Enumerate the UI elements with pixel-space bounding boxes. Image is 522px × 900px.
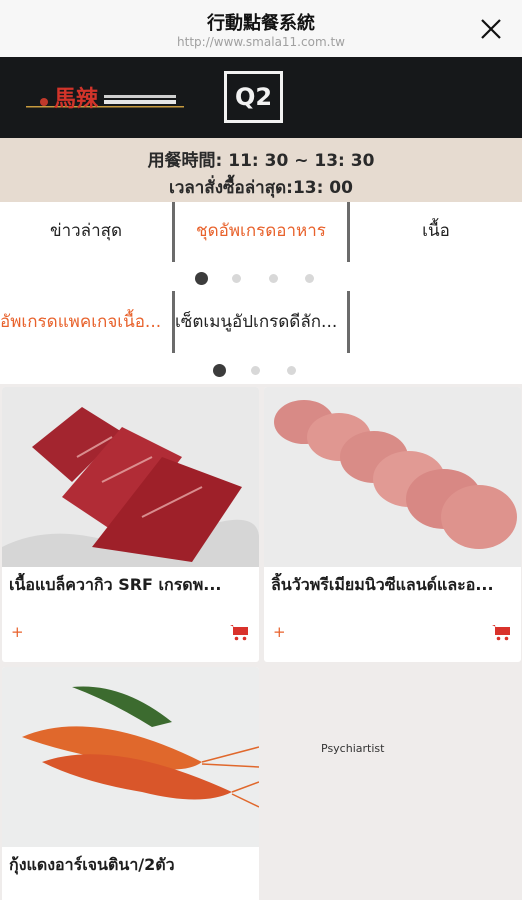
product-card[interactable]: กุ้งแดงอาร์เจนตินา/2ตัว: [2, 667, 259, 900]
subcategory-tabs: อัพเกรดแพคเกจเนื้อ... เซ็ตเมนูอัปเกรดดีล…: [0, 291, 522, 353]
subtab-divider: [347, 291, 350, 353]
product-card[interactable]: เนื้อแบล็ควากิว SRF เกรดพ... +: [2, 387, 259, 662]
options-button[interactable]: +: [273, 623, 286, 641]
ordering-hours: 用餐時間: 11: 30 ~ 13: 30 เวลาสั่งซื้อล่าสุด…: [0, 138, 522, 202]
cart-icon[interactable]: [229, 623, 249, 641]
app-header: 行動點餐系統 http://www.smala11.com.tw: [0, 0, 522, 57]
pager-dot-active[interactable]: [195, 272, 208, 285]
tab-beef[interactable]: เนื้อ: [350, 202, 522, 262]
restaurant-logo: 馬辣: [26, 86, 184, 112]
empty-grid-slot: Psychiartist: [262, 665, 520, 900]
svg-text:馬辣: 馬辣: [54, 86, 99, 112]
watermark-label: Psychiartist: [321, 742, 385, 755]
last-order-text: เวลาสั่งซื้อล่าสุด:13: 00: [169, 178, 353, 198]
app-title: 行動點餐系統: [207, 13, 315, 34]
cart-icon[interactable]: [491, 623, 511, 641]
pager-dot[interactable]: [269, 274, 278, 283]
product-image-wagyu: [2, 387, 259, 567]
pager-dot[interactable]: [251, 366, 260, 375]
tab-latest-news[interactable]: ข่าวล่าสุด: [0, 202, 172, 262]
product-image-beef-tongue: [264, 387, 521, 567]
site-url: http://www.smala11.com.tw: [177, 35, 345, 49]
pager-dot[interactable]: [232, 274, 241, 283]
product-name: กุ้งแดงอาร์เจนตินา/2ตัว: [9, 855, 175, 874]
pager-dot[interactable]: [287, 366, 296, 375]
pager-dot[interactable]: [305, 274, 314, 283]
pager-dot-active[interactable]: [213, 364, 226, 377]
table-number-badge: Q2: [224, 71, 283, 123]
close-icon[interactable]: [478, 16, 504, 42]
product-name: ลิ้นวัวพรีเมียมนิวซีแลนด์และอ...: [271, 575, 494, 594]
options-button[interactable]: +: [11, 623, 24, 641]
product-image-red-shrimp: [2, 667, 259, 847]
tab-upgrade-sets[interactable]: ชุดอัพเกรดอาหาร: [175, 202, 347, 262]
subtab-beef-upgrade[interactable]: อัพเกรดแพคเกจเนื้อ...: [0, 291, 172, 353]
category-tabs: ข่าวล่าสุด ชุดอัพเกรดอาหาร เนื้อ: [0, 202, 522, 262]
product-name: เนื้อแบล็ควากิว SRF เกรดพ...: [9, 575, 222, 594]
dining-hours-text: 用餐時間: 11: 30 ~ 13: 30: [147, 151, 375, 171]
product-card[interactable]: ลิ้นวัวพรีเมียมนิวซีแลนด์และอ... +: [264, 387, 521, 662]
subtab-deluxe-set[interactable]: เซ็ตเมนูอัปเกรดดีลัก...: [175, 291, 347, 353]
